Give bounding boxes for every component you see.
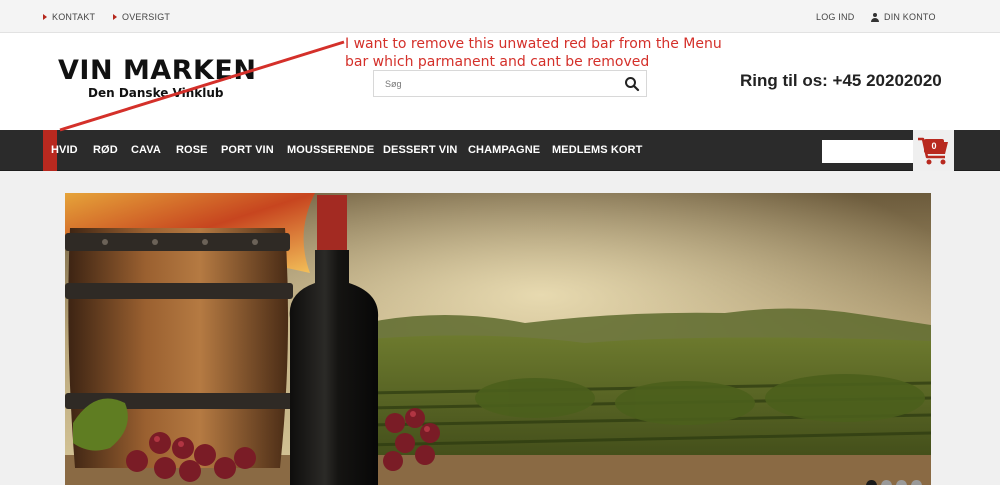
top-utility-bar: KONTAKT OVERSIGT LOG IND DIN KONTO	[0, 0, 1000, 33]
menu-search-input[interactable]	[822, 140, 913, 163]
search-icon[interactable]	[624, 76, 640, 92]
nav-item-rod[interactable]: RØD	[93, 144, 118, 156]
nav-item-mousserende[interactable]: MOUSSERENDE	[287, 144, 374, 156]
annotation-note: I want to remove this unwated red bar fr…	[345, 35, 722, 71]
nav-item-hvid[interactable]: HVID	[51, 144, 78, 156]
page: KONTAKT OVERSIGT LOG IND DIN KONTO VIN M…	[0, 0, 1000, 485]
slider-dot[interactable]	[911, 480, 922, 485]
logo-subtitle: Den Danske Vinklub	[88, 86, 224, 100]
account-link-label: DIN KONTO	[884, 12, 936, 22]
overview-link-label: OVERSIGT	[122, 12, 171, 22]
search-input[interactable]	[374, 71, 614, 96]
hero-banner[interactable]	[65, 193, 931, 485]
cart-count-badge: 0	[924, 139, 944, 153]
login-link-label: LOG IND	[816, 12, 855, 22]
login-link[interactable]: LOG IND	[816, 12, 854, 22]
nav-item-port-vin[interactable]: PORT VIN	[221, 144, 274, 156]
contact-link-label: KONTAKT	[52, 12, 96, 22]
contact-link[interactable]: KONTAKT	[43, 12, 95, 22]
caret-right-icon	[43, 14, 47, 20]
hero-wine-image	[65, 193, 931, 485]
nav-item-medlems-kort[interactable]: MEDLEMS KORT	[552, 144, 642, 156]
slider-dot[interactable]	[896, 480, 907, 485]
user-icon	[871, 12, 879, 22]
logo-title: VIN MARKEN	[58, 55, 257, 86]
main-menu-bar: HVID RØD CAVA ROSE PORT VIN MOUSSERENDE …	[0, 130, 1000, 171]
nav-item-cava[interactable]: CAVA	[131, 144, 161, 156]
nav-item-dessert-vin[interactable]: DESSERT VIN	[383, 144, 457, 156]
slider-dot[interactable]	[881, 480, 892, 485]
search-box	[373, 70, 647, 97]
slider-dot[interactable]	[866, 480, 877, 485]
annotation-line-1: I want to remove this unwated red bar fr…	[345, 36, 722, 52]
nav-item-rose[interactable]: ROSE	[176, 144, 208, 156]
account-link[interactable]: DIN KONTO	[871, 12, 936, 22]
overview-link[interactable]: OVERSIGT	[113, 12, 170, 22]
caret-right-icon	[113, 14, 117, 20]
site-logo[interactable]: VIN MARKEN Den Danske Vinklub	[58, 56, 273, 102]
annotation-line-2: bar which parmanent and cant be removed	[345, 54, 650, 70]
nav-item-champagne[interactable]: CHAMPAGNE	[468, 144, 540, 156]
slider-dots	[866, 480, 922, 485]
phone-number: Ring til os: +45 20202020	[740, 71, 942, 90]
